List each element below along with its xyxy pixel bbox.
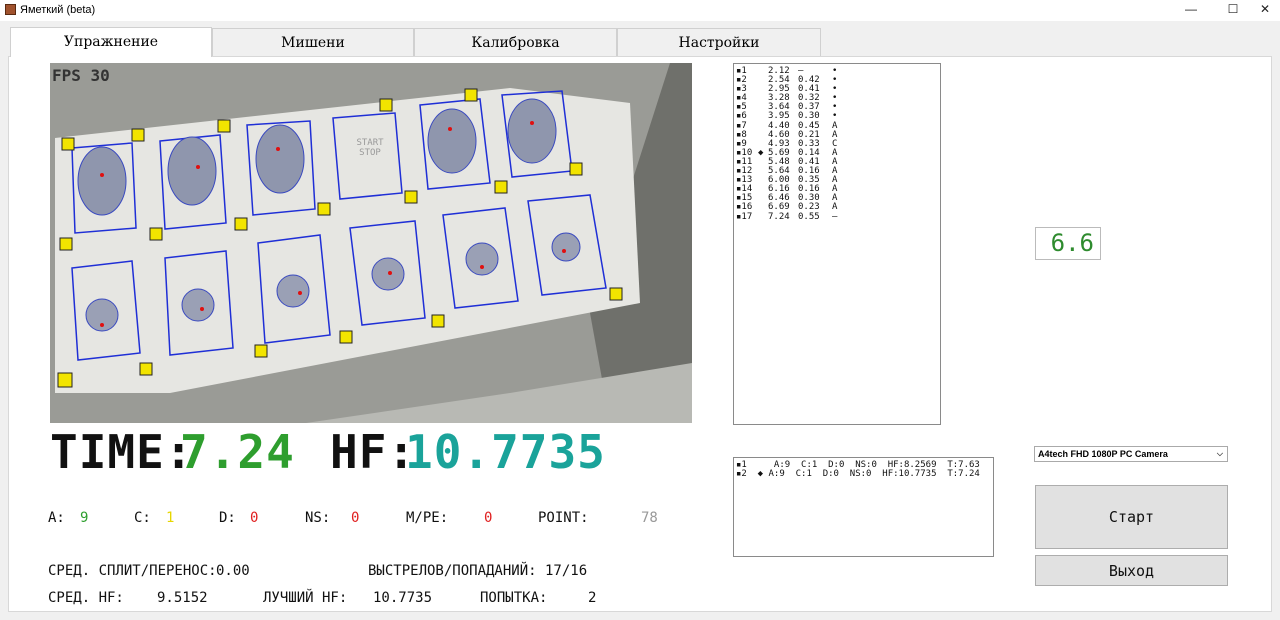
- point-label: POINT:: [538, 510, 589, 526]
- shot-mark: [758, 94, 768, 103]
- shot-mark: [758, 112, 768, 121]
- shot-mark: [758, 67, 768, 76]
- shot-mark: [758, 176, 768, 185]
- shot-row[interactable]: ▪17 7.24 0.55 –: [736, 211, 940, 222]
- attempt-label: ПОПЫТКА:: [480, 590, 548, 606]
- shot-mark: [758, 185, 768, 194]
- chevron-down-icon: ⌵: [1216, 449, 1223, 458]
- ns-label: NS:: [305, 510, 331, 526]
- title-bar: Яметкий (beta) — ☐ ✕: [0, 0, 1280, 21]
- shot-row[interactable]: ▪5 3.64 0.37 •: [736, 103, 940, 112]
- attempt-row[interactable]: ▪2 ◆ A:9 C:1 D:0 NS:0 HF:10.7735 T:7.24: [736, 470, 993, 479]
- shot-row[interactable]: ▪8 4.60 0.21 A: [736, 130, 940, 140]
- tab-calibration[interactable]: Калибровка: [414, 28, 617, 56]
- shot-row[interactable]: ▪13 6.00 0.35 A: [736, 176, 940, 185]
- current-value-display: 6.6: [1035, 227, 1101, 260]
- shot-zone: –: [832, 211, 838, 222]
- shot-n: ▪17: [736, 211, 753, 222]
- time-value: 7.24: [180, 425, 295, 479]
- shots-hits-label: ВЫСТРЕЛОВ/ПОПАДАНИЙ:: [368, 563, 537, 579]
- attempt-list[interactable]: ▪1 A:9 C:1 D:0 NS:0 HF:8.2569 T:7.63 ▪2 ◆…: [733, 457, 994, 557]
- shot-row[interactable]: ▪15 6.46 0.30 A: [736, 194, 940, 203]
- shot-split: 0.55: [798, 211, 820, 222]
- shot-row[interactable]: ▪3 2.95 0.41 •: [736, 85, 940, 94]
- shot-row[interactable]: ▪7 4.40 0.45 A: [736, 121, 940, 131]
- mpe-value: 0: [484, 510, 493, 526]
- start-button[interactable]: Старт: [1035, 485, 1228, 549]
- app-icon: [5, 4, 16, 15]
- hf-value: 10.7735: [405, 425, 606, 479]
- shot-mark: [758, 213, 768, 222]
- tab-targets[interactable]: Мишени: [212, 28, 414, 56]
- shot-row[interactable]: ▪16 6.69 0.23 A: [736, 203, 940, 212]
- shot-mark: [758, 203, 768, 212]
- shot-row[interactable]: ▪12 5.64 0.16 A: [736, 166, 940, 176]
- shot-row[interactable]: ▪10 ◆ 5.69 0.14 A: [736, 147, 940, 158]
- shot-mark: [758, 122, 768, 131]
- shots-hits-value: 17/16: [545, 563, 588, 579]
- avg-hf-label: СРЕД. HF:: [48, 590, 124, 606]
- start-stop-target-label: START STOP: [356, 138, 384, 158]
- shot-t: 7.24: [768, 211, 790, 222]
- shot-mark: [758, 85, 768, 94]
- hf-label: HF:: [330, 425, 417, 479]
- fps-counter: FPS 30: [52, 66, 110, 85]
- mpe-label: M/PE:: [406, 510, 449, 526]
- tab-exercise[interactable]: Упражнение: [10, 27, 212, 57]
- tab-settings[interactable]: Настройки: [617, 28, 821, 56]
- point-value: 78: [641, 510, 658, 526]
- camera-select[interactable]: A4tech FHD 1080P PC Camera ⌵: [1034, 446, 1228, 462]
- time-label: TIME:: [50, 425, 194, 479]
- shot-mark: [758, 158, 768, 167]
- shot-row[interactable]: ▪14 6.16 0.16 A: [736, 185, 940, 194]
- shot-row[interactable]: ▪2 2.54 0.42 •: [736, 76, 940, 85]
- shot-list[interactable]: ▪1 2.12– • ▪2 2.54 0.42 • ▪3 2.95 0.41 • ▪4 3.28 0.32…: [733, 63, 941, 425]
- a-value: 9: [80, 510, 89, 526]
- camera-select-value: A4tech FHD 1080P PC Camera: [1038, 449, 1168, 459]
- best-hf-value: 10.7735: [373, 590, 433, 606]
- shot-row[interactable]: ▪1 2.12– •: [736, 66, 940, 76]
- avg-hf-value: 9.5152: [157, 590, 208, 606]
- ns-value: 0: [351, 510, 360, 526]
- shot-mark: [758, 131, 768, 140]
- avg-split-value: 0.00: [216, 563, 250, 579]
- c-value: 1: [166, 510, 175, 526]
- minimize-button[interactable]: —: [1176, 2, 1206, 18]
- close-button[interactable]: ✕: [1250, 2, 1280, 18]
- d-value: 0: [250, 510, 259, 526]
- attempt-value: 2: [588, 590, 597, 606]
- shot-mark: ◆: [758, 147, 764, 158]
- shot-row[interactable]: ▪4 3.28 0.32 •: [736, 94, 940, 103]
- shot-row[interactable]: ▪11 5.48 0.41 A: [736, 157, 940, 167]
- window-title: Яметкий (beta): [20, 4, 96, 16]
- shot-row[interactable]: ▪6 3.95 0.30 •: [736, 112, 940, 121]
- camera-view[interactable]: START STOP: [50, 63, 692, 423]
- camera-feed: [50, 63, 692, 423]
- shot-mark: [758, 76, 768, 85]
- best-hf-label: ЛУЧШИЙ HF:: [263, 590, 348, 606]
- shot-mark: [758, 194, 768, 203]
- d-label: D:: [219, 510, 236, 526]
- shot-mark: [758, 103, 768, 112]
- avg-split-label: СРЕД. СПЛИТ/ПЕРЕНОС:: [48, 563, 217, 579]
- c-label: C:: [134, 510, 151, 526]
- a-label: A:: [48, 510, 65, 526]
- maximize-button[interactable]: ☐: [1218, 2, 1248, 18]
- shot-mark: [758, 167, 768, 176]
- exit-button[interactable]: Выход: [1035, 555, 1228, 586]
- shot-row[interactable]: ▪9 4.93 0.33 C: [736, 139, 940, 149]
